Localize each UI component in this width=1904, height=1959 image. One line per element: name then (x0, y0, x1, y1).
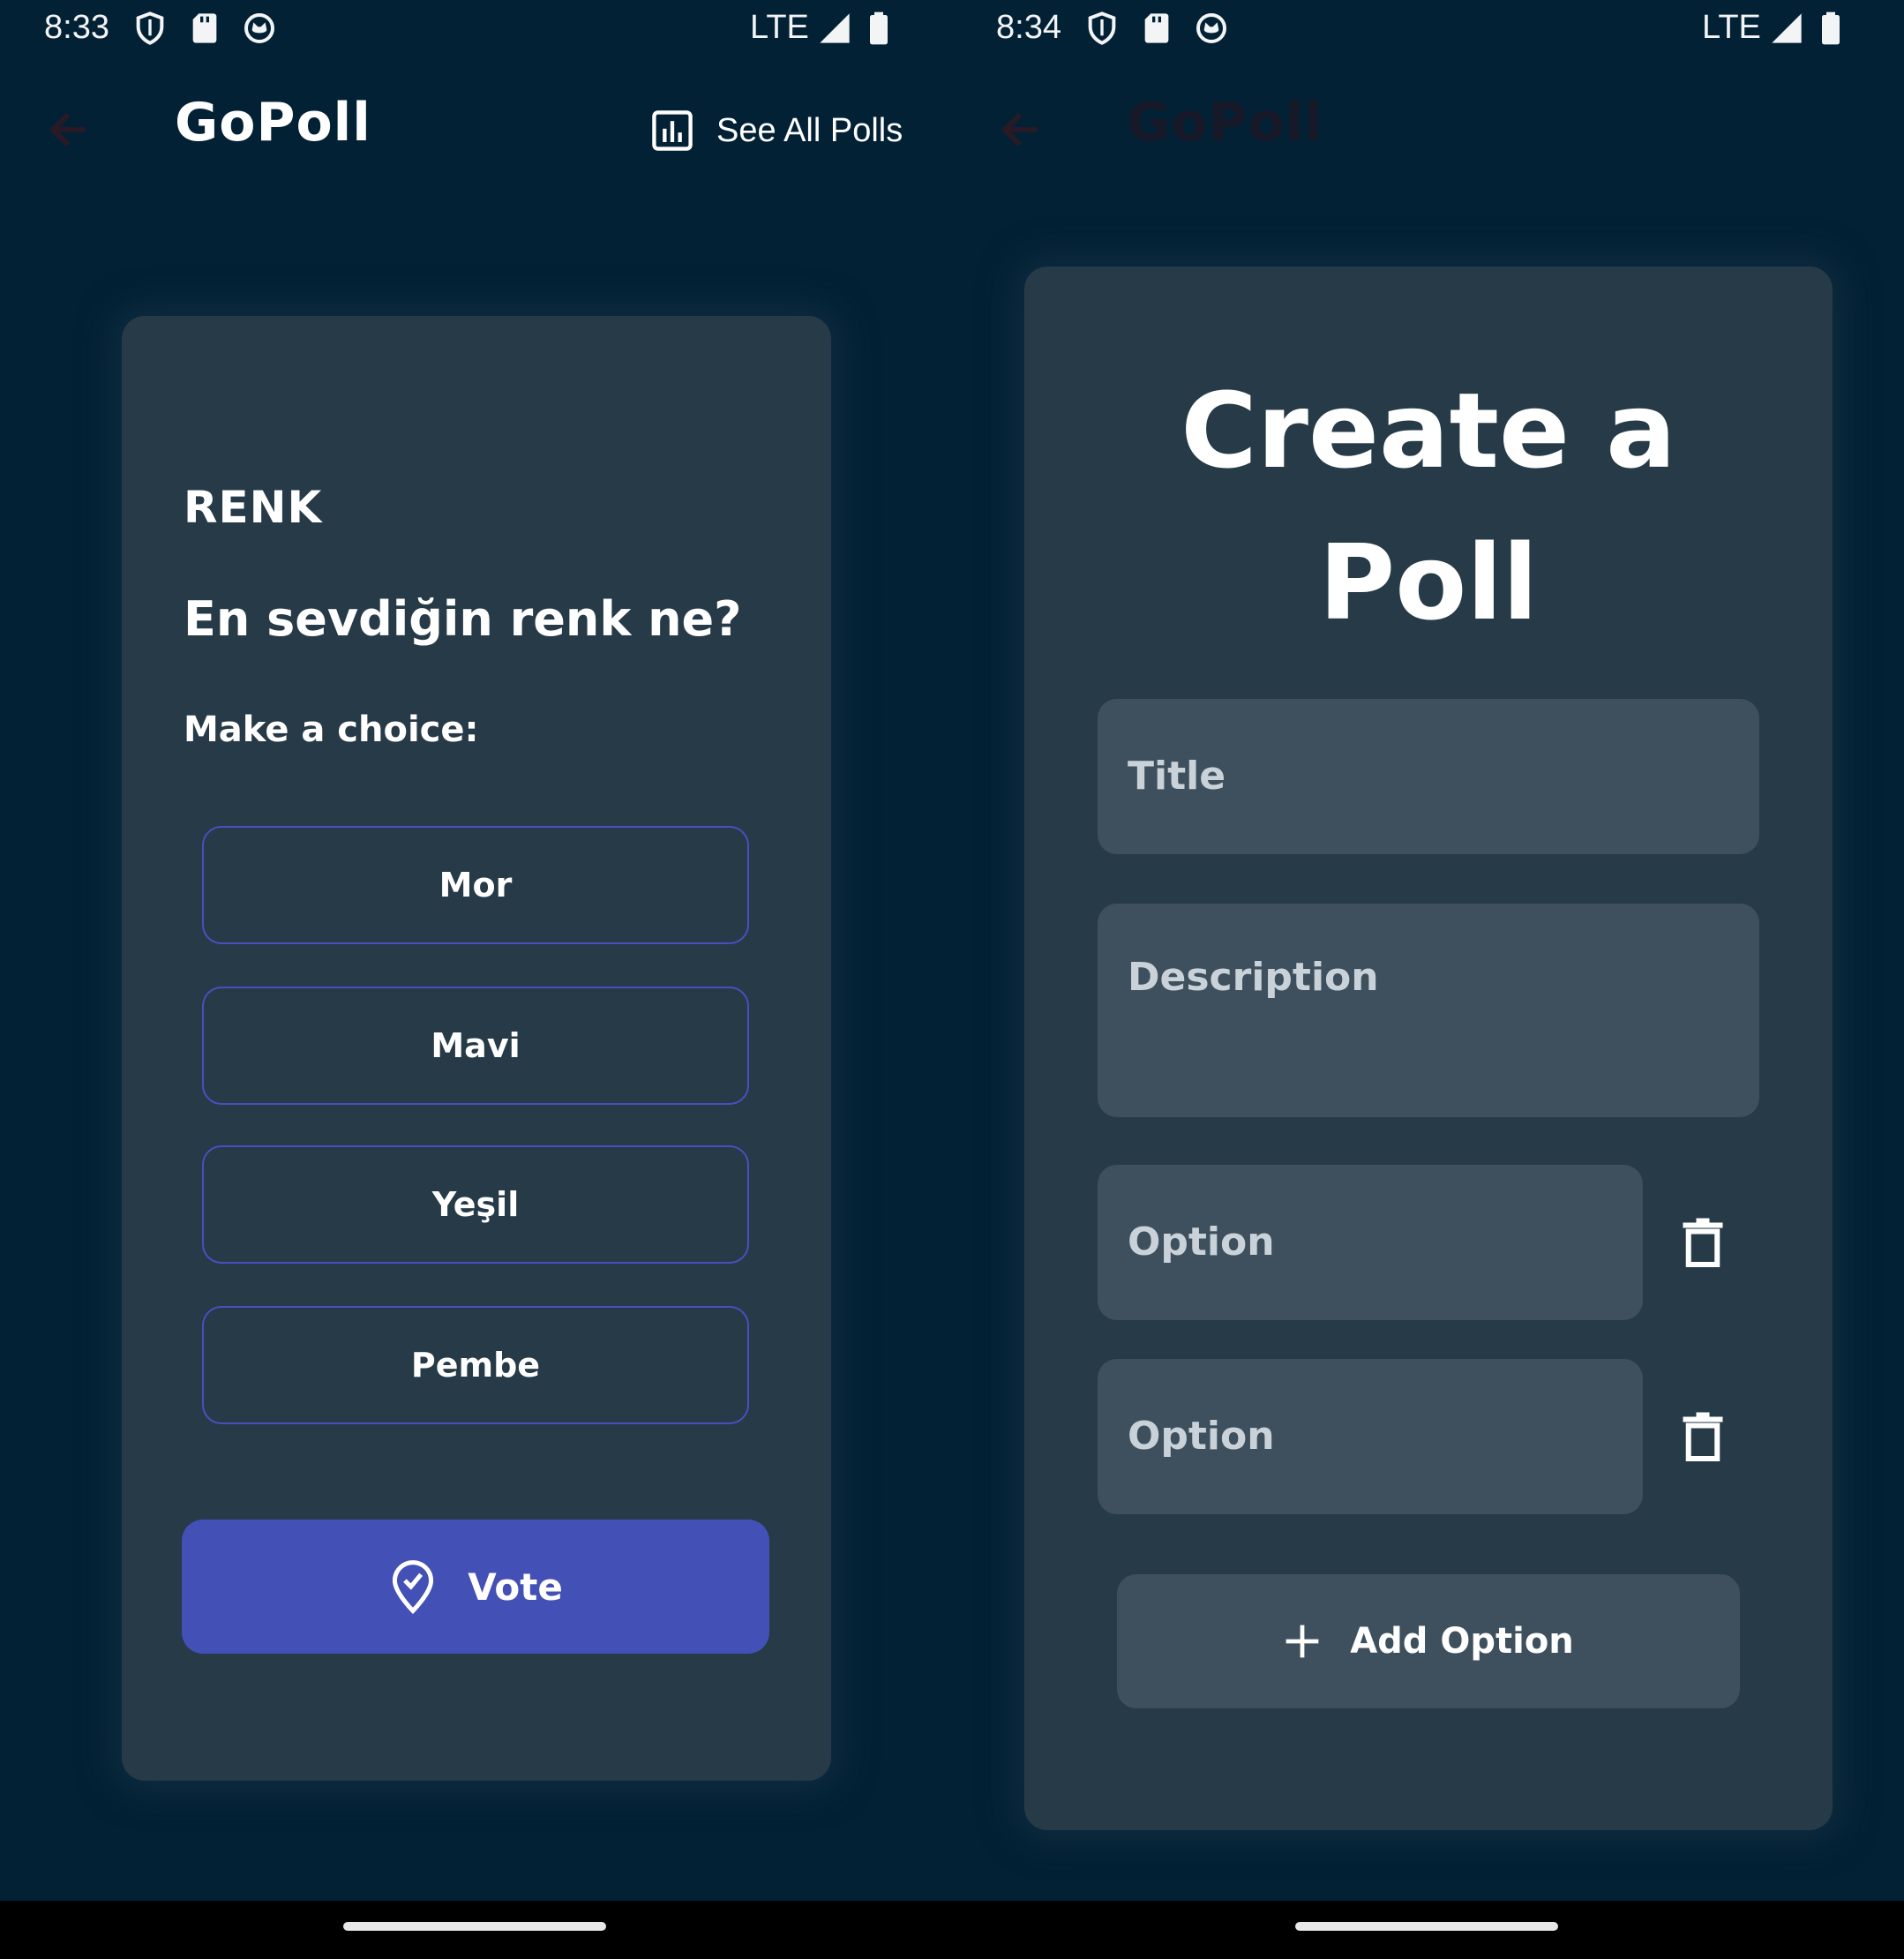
shield-icon (1088, 11, 1116, 45)
description-input[interactable]: Description (1098, 904, 1759, 1117)
signal-icon (820, 13, 850, 43)
heading-line-1: Create a (1181, 370, 1676, 492)
poll-title: RENK (184, 482, 323, 533)
title-input[interactable]: Title (1098, 699, 1759, 854)
status-bar: 8:33 LTE (0, 0, 952, 58)
shield-icon (136, 11, 164, 45)
option-input-2[interactable]: Option (1098, 1359, 1643, 1514)
description-placeholder: Description (1128, 955, 1379, 1000)
status-bar: 8:34 LTE (952, 0, 1904, 58)
vote-label: Vote (468, 1565, 563, 1609)
trash-icon[interactable] (1679, 1216, 1727, 1269)
option-input-1[interactable]: Option (1098, 1165, 1643, 1320)
vote-screen: 8:33 LTE GoPoll See All Polls RENK En se… (0, 0, 952, 1959)
battery-icon (870, 11, 888, 45)
status-time: 8:33 (44, 9, 109, 46)
create-poll-heading: Create a Poll (1024, 355, 1833, 658)
app-title: GoPoll (175, 92, 371, 154)
add-option-label: Add Option (1350, 1621, 1574, 1662)
cat-face-icon (244, 13, 274, 43)
poll-option-mavi[interactable]: Mavi (202, 987, 749, 1105)
plus-icon (1286, 1625, 1319, 1658)
location-check-icon (393, 1560, 434, 1614)
navigation-bar (952, 1901, 1904, 1959)
option-placeholder: Option (1128, 1220, 1275, 1265)
arrow-left-icon[interactable] (42, 104, 94, 155)
status-time: 8:34 (996, 9, 1061, 46)
network-type: LTE (750, 9, 809, 46)
trash-icon[interactable] (1679, 1410, 1727, 1463)
app-bar: GoPoll See All Polls (0, 79, 952, 176)
create-poll-card: Create a Poll Title Description Option O… (1024, 266, 1833, 1830)
signal-icon (1772, 13, 1802, 43)
heading-line-2: Poll (1318, 522, 1539, 643)
poll-description: En sevdiğin renk ne? (184, 591, 742, 647)
title-placeholder: Title (1128, 754, 1226, 799)
cat-face-icon (1196, 13, 1226, 43)
app-title: GoPoll (1127, 92, 1323, 154)
arrow-left-icon[interactable] (994, 104, 1046, 155)
bar-chart-icon (652, 110, 693, 151)
vote-button[interactable]: Vote (182, 1520, 769, 1654)
poll-option-mor[interactable]: Mor (202, 826, 749, 944)
home-gesture-handle[interactable] (1295, 1922, 1558, 1931)
poll-option-pembe[interactable]: Pembe (202, 1306, 749, 1424)
sd-card-icon (192, 13, 217, 43)
choice-prompt: Make a choice: (184, 709, 479, 750)
navigation-bar (0, 1901, 952, 1959)
create-poll-screen: 8:34 LTE GoPoll Create a Poll Title Desc… (952, 0, 1904, 1959)
app-bar: GoPoll (952, 79, 1904, 176)
add-option-button[interactable]: Add Option (1117, 1574, 1740, 1708)
poll-option-yesil[interactable]: Yeşil (202, 1145, 749, 1264)
home-gesture-handle[interactable] (343, 1922, 606, 1931)
poll-card: RENK En sevdiğin renk ne? Make a choice:… (122, 316, 831, 1781)
battery-icon (1822, 11, 1840, 45)
network-type: LTE (1702, 9, 1761, 46)
see-all-polls-label: See All Polls (716, 111, 903, 149)
sd-card-icon (1144, 13, 1169, 43)
see-all-polls-button[interactable]: See All Polls (649, 104, 903, 157)
option-placeholder: Option (1128, 1414, 1275, 1459)
